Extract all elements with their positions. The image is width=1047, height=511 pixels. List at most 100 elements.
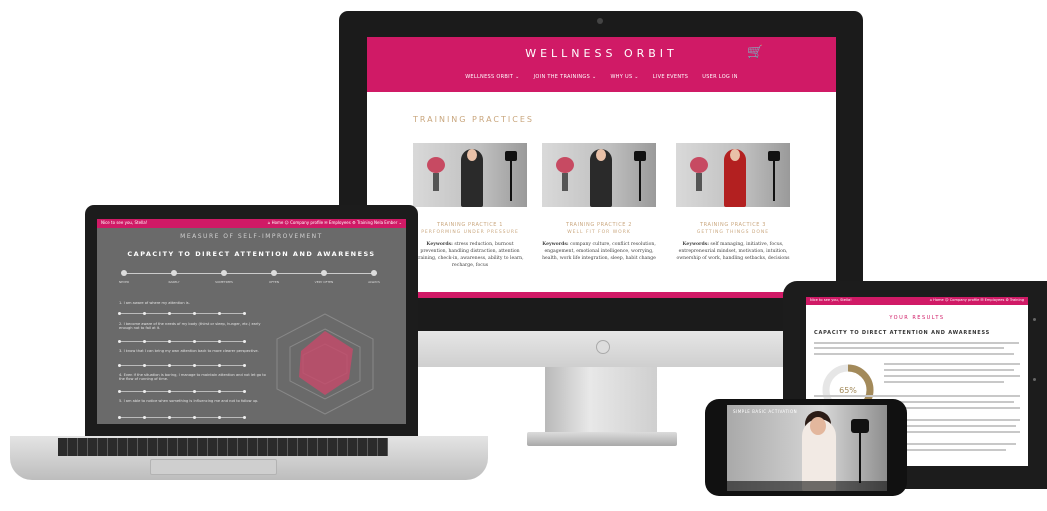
text-line bbox=[814, 347, 1004, 349]
answer-option[interactable] bbox=[168, 340, 171, 343]
tablet-button[interactable] bbox=[1033, 378, 1036, 381]
nav-item-user-log-in[interactable]: USER LOG IN bbox=[702, 74, 738, 80]
question-text: 4. Even if the situation is boring, I ma… bbox=[119, 373, 266, 381]
card-keywords: Keywords: company culture, conflict reso… bbox=[542, 241, 656, 262]
text-line bbox=[906, 443, 1016, 445]
answer-option[interactable] bbox=[143, 390, 146, 393]
text-line bbox=[884, 363, 1020, 365]
answer-option[interactable] bbox=[193, 364, 196, 367]
question-scale[interactable] bbox=[119, 417, 245, 418]
question-text: 2. I become aware of the needs of my bod… bbox=[119, 322, 261, 330]
nav-item-live-events[interactable]: LIVE EVENTS bbox=[653, 74, 688, 80]
scale-label: NEVER bbox=[118, 280, 130, 284]
training-card[interactable]: TRAINING PRACTICE 2 WELL FIT FOR WORK Ke… bbox=[542, 143, 656, 262]
lamp-stand bbox=[639, 161, 641, 201]
answer-option[interactable] bbox=[143, 364, 146, 367]
question-text: 1. I am aware of where my attention is. bbox=[119, 301, 190, 305]
question-scale[interactable] bbox=[119, 313, 245, 314]
answer-option[interactable] bbox=[168, 312, 171, 315]
text-line bbox=[884, 369, 1014, 371]
results-subheading: CAPACITY TO DIRECT ATTENTION AND AWARENE… bbox=[814, 330, 991, 336]
keyboard bbox=[58, 438, 388, 456]
scale-option[interactable] bbox=[171, 270, 177, 276]
training-card[interactable]: TRAINING PRACTICE 1 PERFORMING UNDER PRE… bbox=[413, 143, 527, 269]
power-button-icon bbox=[596, 340, 610, 354]
footer-strip bbox=[367, 292, 836, 298]
greeting-text: Nice to see you, Stella! bbox=[101, 220, 148, 225]
scale-label: ALWAYS bbox=[368, 280, 380, 284]
answer-option[interactable] bbox=[243, 364, 246, 367]
text-line bbox=[814, 353, 1014, 355]
answer-option[interactable] bbox=[218, 390, 221, 393]
results-heading: YOUR RESULTS bbox=[889, 315, 945, 321]
answer-option[interactable] bbox=[143, 416, 146, 419]
flowers-icon bbox=[690, 157, 708, 173]
question-scale[interactable] bbox=[119, 365, 245, 366]
tablet-button[interactable] bbox=[1033, 318, 1036, 321]
question-scale[interactable] bbox=[119, 391, 245, 392]
answer-option[interactable] bbox=[118, 364, 121, 367]
answer-option[interactable] bbox=[193, 390, 196, 393]
video-controls[interactable] bbox=[727, 481, 887, 491]
training-image[interactable] bbox=[676, 143, 790, 207]
scale-option[interactable] bbox=[371, 270, 377, 276]
answer-option[interactable] bbox=[218, 312, 221, 315]
answer-option[interactable] bbox=[168, 390, 171, 393]
keywords-label: Keywords: bbox=[682, 242, 709, 247]
answer-option[interactable] bbox=[118, 416, 121, 419]
answer-option[interactable] bbox=[218, 364, 221, 367]
site-logo[interactable]: WELLNESS ORBIT bbox=[367, 47, 836, 60]
card-title[interactable]: TRAINING PRACTICE 3 bbox=[676, 222, 790, 228]
question-scale[interactable] bbox=[119, 341, 245, 342]
answer-option[interactable] bbox=[118, 390, 121, 393]
text-line bbox=[906, 449, 1006, 451]
answer-option[interactable] bbox=[143, 312, 146, 315]
flowers-icon bbox=[427, 157, 445, 173]
page-title: MEASURE OF SELF-IMPROVEMENT bbox=[180, 233, 323, 240]
tablet-nav[interactable]: ⌂ Home ☺ Company profile ✉ Employees ⚙ T… bbox=[930, 298, 1024, 302]
card-title[interactable]: TRAINING PRACTICE 2 bbox=[542, 222, 656, 228]
answer-option[interactable] bbox=[118, 340, 121, 343]
answer-option[interactable] bbox=[118, 312, 121, 315]
scale-label: OFTEN bbox=[268, 280, 279, 284]
answer-option[interactable] bbox=[193, 340, 196, 343]
cart-icon[interactable]: 🛒 bbox=[747, 45, 763, 60]
answer-option[interactable] bbox=[193, 416, 196, 419]
scale-option[interactable] bbox=[321, 270, 327, 276]
lamp-icon bbox=[634, 151, 646, 161]
vase-icon bbox=[433, 173, 439, 191]
nav-item-why-us[interactable]: WHY US ⌄ bbox=[610, 74, 638, 80]
answer-option[interactable] bbox=[193, 312, 196, 315]
answer-option[interactable] bbox=[243, 416, 246, 419]
nav-item-join-trainings[interactable]: JOIN THE TRAININGS ⌄ bbox=[534, 74, 597, 80]
training-image[interactable] bbox=[413, 143, 527, 207]
answer-option[interactable] bbox=[243, 390, 246, 393]
training-card[interactable]: TRAINING PRACTICE 3 GETTING THINGS DONE … bbox=[676, 143, 790, 262]
answer-option[interactable] bbox=[168, 416, 171, 419]
card-title[interactable]: TRAINING PRACTICE 1 bbox=[413, 222, 527, 228]
text-line bbox=[906, 425, 1016, 427]
flowers-icon bbox=[556, 157, 574, 173]
nav-item-wellness-orbit[interactable]: WELLNESS ORBIT ⌄ bbox=[465, 74, 519, 80]
answer-option[interactable] bbox=[143, 340, 146, 343]
answer-option[interactable] bbox=[218, 416, 221, 419]
answer-option[interactable] bbox=[218, 340, 221, 343]
scale-option[interactable] bbox=[221, 270, 227, 276]
laptop-screen: Nice to see you, Stella! ⌂ Home ☺ Compan… bbox=[97, 219, 406, 424]
answer-option[interactable] bbox=[243, 312, 246, 315]
scale-option[interactable] bbox=[121, 270, 127, 276]
answer-option[interactable] bbox=[168, 364, 171, 367]
lamp-icon bbox=[505, 151, 517, 161]
card-subtitle: WELL FIT FOR WORK bbox=[567, 230, 631, 235]
percent-label: 65% bbox=[839, 386, 857, 395]
training-image[interactable] bbox=[542, 143, 656, 207]
lamp-stand bbox=[859, 433, 861, 483]
scale-option[interactable] bbox=[271, 270, 277, 276]
answer-option[interactable] bbox=[243, 340, 246, 343]
text-line bbox=[814, 342, 1019, 344]
radar-area bbox=[299, 331, 353, 395]
phone-video[interactable]: SIMPLE BASIC ACTIVATION bbox=[727, 405, 887, 491]
laptop-nav[interactable]: ⌂ Home ☺ Company profile ✉ Employees ⚙ T… bbox=[268, 220, 402, 225]
desktop-screen: WELLNESS ORBIT 🛒 WELLNESS ORBIT ⌄ JOIN T… bbox=[367, 37, 836, 298]
lamp-stand bbox=[773, 161, 775, 201]
